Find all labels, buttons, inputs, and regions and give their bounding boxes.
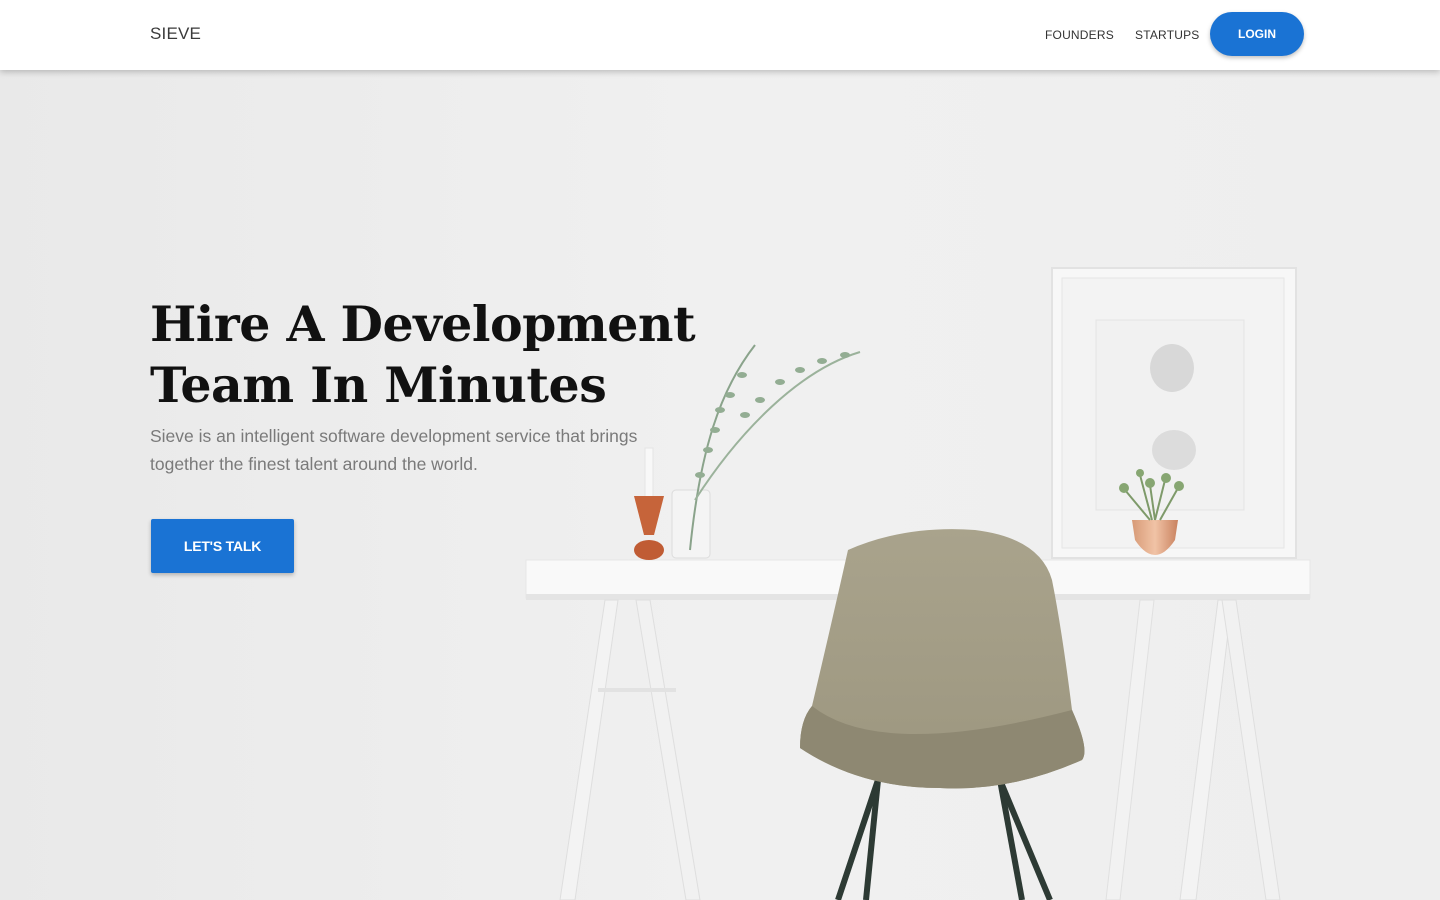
- lets-talk-button[interactable]: LET'S TALK: [151, 519, 294, 573]
- hero-headline: Hire A Development Team In Minutes: [150, 294, 710, 416]
- hero-subtitle-line-2: together the finest talent around the wo…: [150, 454, 478, 474]
- picture-frame: [1051, 267, 1297, 559]
- brand-logo[interactable]: SIEVE: [150, 24, 201, 44]
- login-button[interactable]: LOGIN: [1210, 12, 1304, 56]
- nav-link-startups[interactable]: STARTUPS: [1135, 28, 1200, 42]
- hero-subtitle: Sieve is an intelligent software develop…: [150, 422, 670, 478]
- top-navbar: SIEVE FOUNDERS STARTUPS LOGIN: [0, 0, 1440, 70]
- hero-section: Hire A Development Team In Minutes Sieve…: [0, 70, 1440, 900]
- hero-headline-line-1: Hire A Development: [150, 295, 696, 353]
- nav-link-founders[interactable]: FOUNDERS: [1045, 28, 1114, 42]
- hero-subtitle-line-1: Sieve is an intelligent software develop…: [150, 426, 638, 446]
- hero-background-image: [0, 70, 1440, 900]
- hero-headline-line-2: Team In Minutes: [150, 356, 607, 414]
